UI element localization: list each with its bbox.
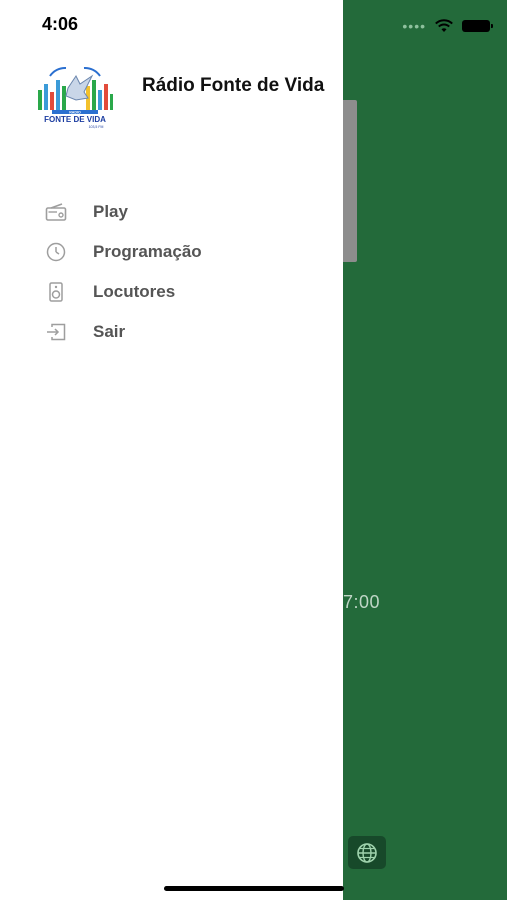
radio-icon <box>45 201 67 223</box>
logout-icon <box>45 321 67 343</box>
svg-text:103,5 FM: 103,5 FM <box>89 125 104 129</box>
battery-icon <box>462 20 493 32</box>
menu-item-label: Locutores <box>93 282 176 301</box>
menu-item-sair[interactable]: Sair <box>0 312 343 352</box>
menu-item-programacao[interactable]: Programação <box>0 232 343 272</box>
menu-item-label: Programação <box>93 242 202 261</box>
app-title: Rádio Fonte de Vida <box>142 75 325 96</box>
navigation-drawer: 4:06 RADIO FONTE DE VIDA 103,5 FM Rádio … <box>0 0 343 900</box>
globe-button[interactable] <box>348 836 386 869</box>
menu-item-locutores[interactable]: Locutores <box>0 272 343 312</box>
speaker-icon <box>45 281 67 303</box>
menu-item-play[interactable]: Play <box>0 192 343 232</box>
svg-text:RADIO: RADIO <box>69 110 81 114</box>
menu-item-label: Play <box>93 202 128 221</box>
clock-icon <box>45 241 67 263</box>
app-logo: RADIO FONTE DE VIDA 103,5 FM <box>36 66 114 130</box>
status-time: 4:06 <box>42 14 79 34</box>
background-time-label: 7:00 <box>343 592 381 612</box>
menu-item-label: Sair <box>93 322 126 341</box>
wifi-icon <box>435 19 453 32</box>
status-icons: •••• <box>400 14 493 38</box>
screen: 7:00 •••• 4:06 RADIO FONTE DE VIDA 103,5… <box>0 0 507 900</box>
globe-icon <box>357 842 377 863</box>
svg-text:FONTE DE VIDA: FONTE DE VIDA <box>44 115 106 124</box>
scrollbar-thumb[interactable] <box>343 100 357 262</box>
home-indicator[interactable] <box>164 886 344 891</box>
signal-icon: •••• <box>402 18 426 34</box>
